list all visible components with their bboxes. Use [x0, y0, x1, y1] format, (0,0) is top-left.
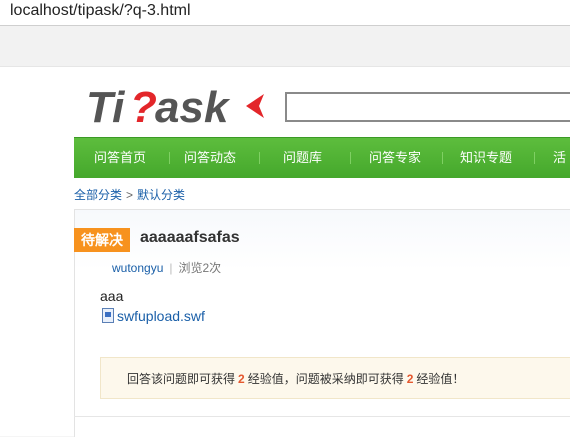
view-count: 浏览2次	[178, 261, 222, 275]
nav-separator	[442, 152, 443, 164]
status-badge: 待解决	[74, 228, 130, 252]
nav-home[interactable]: 问答首页	[94, 138, 146, 178]
nav-more[interactable]: 活	[553, 138, 566, 178]
question-body: aaa	[100, 288, 124, 304]
url-text[interactable]: localhost/tipask/?q-3.html	[10, 2, 191, 20]
search-input[interactable]	[285, 92, 570, 122]
author-link[interactable]: wutongyu	[112, 261, 163, 275]
answer-reward: 2	[238, 372, 245, 386]
browser-address-bar[interactable]: localhost/tipask/?q-3.html	[0, 0, 570, 26]
breadcrumb-all-categories[interactable]: 全部分类	[74, 188, 122, 202]
notice-part1: 回答该问题即可获得	[127, 372, 236, 386]
reward-notice: 回答该问题即可获得 2 经验值，问题被采纳即可获得 2 经验值！	[100, 357, 570, 399]
accept-reward: 2	[406, 372, 414, 386]
file-icon	[102, 308, 114, 323]
tipask-logo[interactable]: Ti ? ask	[86, 84, 276, 128]
notice-part3: 经验值！	[416, 372, 465, 386]
svg-text:ask: ask	[155, 84, 231, 128]
attachment-name[interactable]: swfupload.swf	[117, 308, 205, 324]
notice-part2: 经验值，问题被采纳即可获得	[247, 372, 404, 386]
nav-separator	[350, 152, 351, 164]
top-strip	[0, 26, 570, 67]
nav-separator	[169, 152, 170, 164]
nav-experts[interactable]: 问答专家	[369, 138, 421, 178]
svg-text:?: ?	[130, 84, 157, 128]
attachment-link[interactable]: swfupload.swf	[102, 308, 205, 324]
breadcrumb-default-category[interactable]: 默认分类	[137, 188, 185, 202]
section-divider	[74, 416, 570, 417]
breadcrumb: 全部分类 > 默认分类	[74, 186, 185, 203]
question-title: aaaaaafsafas	[140, 229, 240, 246]
nav-separator	[259, 152, 260, 164]
svg-text:Ti: Ti	[86, 84, 125, 128]
notice-text: 回答该问题即可获得 2 经验值，问题被采纳即可获得 2 经验值！	[127, 370, 464, 387]
breadcrumb-separator: >	[126, 188, 134, 202]
nav-topics[interactable]: 知识专题	[460, 138, 512, 178]
meta-divider: |	[169, 261, 173, 275]
nav-activity[interactable]: 问答动态	[184, 138, 236, 178]
main-nav: 问答首页 问答动态 问题库 问答专家 知识专题 活	[74, 137, 570, 178]
nav-question-library[interactable]: 问题库	[283, 138, 322, 178]
nav-separator	[534, 152, 535, 164]
question-meta: wutongyu | 浏览2次	[112, 259, 221, 276]
